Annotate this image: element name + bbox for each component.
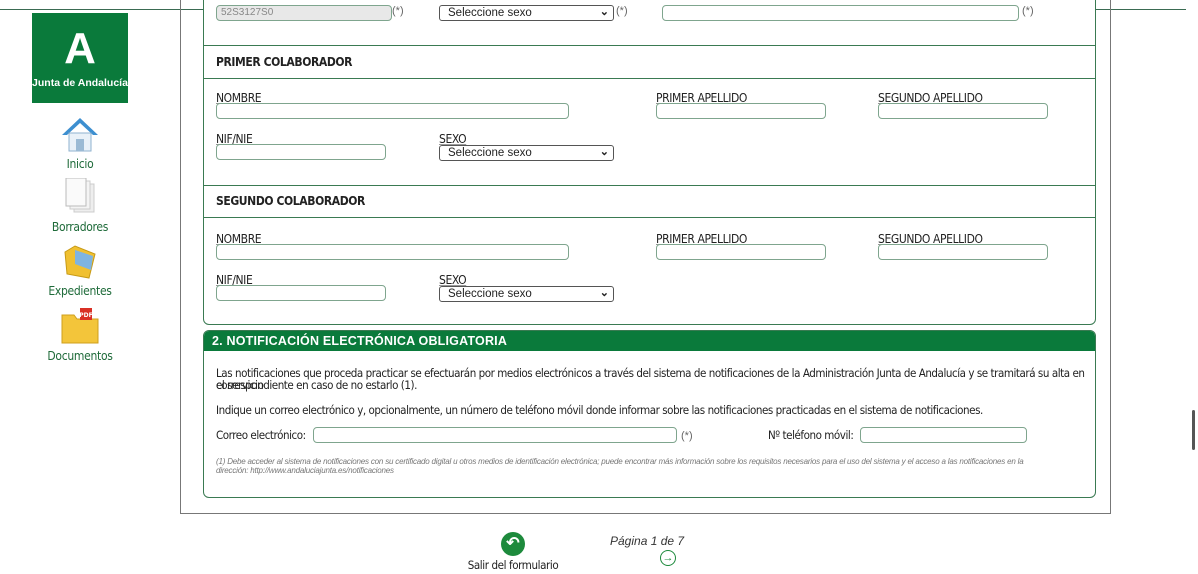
section-divider xyxy=(204,45,1095,46)
required-marker: (*) xyxy=(681,430,693,442)
field-label: SEXO xyxy=(439,273,467,287)
section-divider xyxy=(204,78,1095,79)
sidebar-item-inicio[interactable]: Inicio xyxy=(40,115,120,173)
segundo-apellido2-input[interactable] xyxy=(878,244,1048,260)
logo-text: Junta de Andalucía xyxy=(32,77,128,89)
page-indicator: Página 1 de 7 xyxy=(610,534,685,548)
sidebar-item-label: Borradores xyxy=(51,220,109,234)
primer-nombre-input[interactable] xyxy=(216,103,569,119)
required-marker: (*) xyxy=(616,5,628,17)
primer-nif-input[interactable] xyxy=(216,144,386,160)
scrollbar-thumb[interactable] xyxy=(1192,410,1195,450)
sexo-select-value: Seleccione sexo xyxy=(448,288,532,300)
exit-form-label: Salir del formulario xyxy=(467,558,559,572)
pdf-folder-icon: PDF xyxy=(61,308,99,344)
sexo-select[interactable]: Seleccione sexo ⌄ xyxy=(439,5,614,21)
drafts-icon xyxy=(65,178,95,213)
home-icon xyxy=(62,118,98,152)
primer-apellido2-input[interactable] xyxy=(878,103,1048,119)
exit-form-button[interactable]: ↶ Salir del formulario xyxy=(458,532,568,574)
junta-logo[interactable]: A Junta de Andalucía xyxy=(32,13,128,103)
back-arrow-icon: ↶ xyxy=(501,532,525,556)
scrollbar[interactable] xyxy=(1186,0,1198,572)
footnote-line-1: (1) Debe acceder al sistema de notificac… xyxy=(216,457,1024,466)
primer-sexo-select[interactable]: Seleccione sexo ⌄ xyxy=(439,145,614,161)
notification-text-1b: correspondiente en caso de no estarlo (1… xyxy=(216,378,417,392)
segundo-sexo-select[interactable]: Seleccione sexo ⌄ xyxy=(439,286,614,302)
sidebar-item-expedientes[interactable]: Expedientes xyxy=(40,244,120,300)
field-label: SEXO xyxy=(439,132,467,146)
next-page-icon[interactable]: → xyxy=(660,550,676,566)
sexo-select-value: Seleccione sexo xyxy=(448,147,532,159)
sidebar-item-label: Expedientes xyxy=(48,284,112,298)
email-label: Correo electrónico: xyxy=(216,428,306,442)
segundo-apellido1-input[interactable] xyxy=(656,244,826,260)
footnote-line-2: dirección: http://www.andaluciajunta.es/… xyxy=(216,466,394,475)
section-header: 2. NOTIFICACIÓN ELECTRÓNICA OBLIGATORIA xyxy=(204,331,1095,351)
sexo-select-value: Seleccione sexo xyxy=(448,7,532,19)
folder-icon xyxy=(64,245,96,279)
segundo-nif-input[interactable] xyxy=(216,285,386,301)
chevron-down-icon: ⌄ xyxy=(599,146,609,158)
chevron-down-icon: ⌄ xyxy=(599,6,609,18)
sidebar-item-documentos[interactable]: PDF Documentos xyxy=(40,307,120,365)
section-divider xyxy=(204,185,1095,186)
section-title: SEGUNDO COLABORADOR xyxy=(216,194,365,208)
notification-text-2: Indique un correo electrónico y, opciona… xyxy=(216,403,983,417)
sidebar-item-label: Inicio xyxy=(66,157,94,171)
segundo-nombre-input[interactable] xyxy=(216,244,569,260)
notification-panel: 2. NOTIFICACIÓN ELECTRÓNICA OBLIGATORIA … xyxy=(203,330,1096,498)
section-title: PRIMER COLABORADOR xyxy=(216,55,353,69)
primer-apellido1-input[interactable] xyxy=(656,103,826,119)
sidebar-item-label: Documentos xyxy=(47,349,113,363)
chevron-down-icon: ⌄ xyxy=(599,287,609,299)
phone-label: Nº teléfono móvil: xyxy=(768,428,854,442)
required-marker: (*) xyxy=(392,5,404,17)
required-marker: (*) xyxy=(1022,5,1034,17)
email-field[interactable] xyxy=(313,427,677,443)
svg-text:PDF: PDF xyxy=(79,312,92,319)
nif-field[interactable]: 52S3127S0 xyxy=(216,5,392,21)
collaborators-panel: 52S3127S0 (*) Seleccione sexo ⌄ (*) (*) P… xyxy=(203,0,1096,325)
logo-mark: A xyxy=(64,24,96,73)
phone-field[interactable] xyxy=(860,427,1027,443)
text-field[interactable] xyxy=(662,5,1019,21)
section-divider xyxy=(204,217,1095,218)
sidebar-item-borradores[interactable]: Borradores xyxy=(40,178,120,236)
